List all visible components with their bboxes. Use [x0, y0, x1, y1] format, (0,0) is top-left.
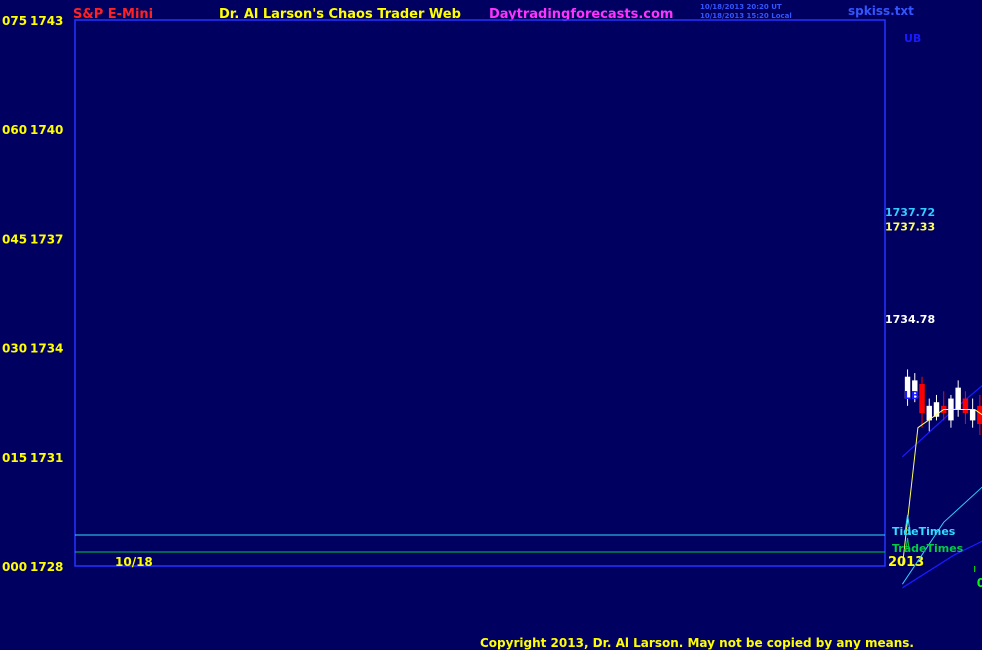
plot-frame [74, 19, 886, 567]
y-tick-minutes: 045 [2, 232, 27, 246]
copyright-notice: Copyright 2013, Dr. Al Larson. May not b… [480, 636, 914, 650]
bar-body [969, 409, 976, 421]
band-label: UB [904, 32, 921, 45]
y-tick-price: 1734 [30, 342, 63, 356]
y-tick-minutes: 000 [2, 560, 27, 574]
right-value-label: 1737.33 [885, 220, 935, 233]
bar-body [977, 405, 982, 425]
y-tick-minutes: 060 [2, 123, 27, 137]
bar-body [955, 387, 961, 410]
trade-times-label: TradeTimes [892, 542, 964, 555]
date-label: 10/18 [115, 555, 153, 569]
y-tick-minutes: 015 [2, 451, 27, 465]
timestamp-local: 10/18/2013 15:20 Local [700, 12, 792, 20]
band-label: LB [904, 389, 919, 402]
fast-ma-line [901, 409, 982, 567]
right-value-label: 1734.78 [885, 313, 935, 326]
y-tick-price: 1737 [30, 232, 63, 246]
y-tick-price: 1731 [30, 451, 63, 465]
tide-times-label: TideTimes [892, 525, 956, 538]
bar-body [919, 384, 925, 414]
right-value-label: 1737.72 [885, 206, 935, 219]
y-tick-price: 1743 [30, 14, 63, 28]
y-tick-minutes: 075 [2, 14, 27, 28]
bar-body [962, 398, 969, 414]
y-tick-price: 1728 [30, 560, 63, 574]
y-tick-minutes: 030 [2, 342, 27, 356]
timestamp-ut: 10/18/2013 20:20 UT [700, 3, 782, 11]
y-tick-price: 1740 [30, 123, 63, 137]
chaos-chart: S&P E-Mini Dr. Al Larson's Chaos Trader … [2, 3, 982, 650]
year-label: 2013 [888, 555, 924, 570]
x-day-label: 09 [977, 576, 982, 590]
plot-area: 075 1743060 1740045 1737030 1734015 1731000 17… [2, 14, 982, 590]
filename-label: spkiss.txt [848, 4, 914, 18]
